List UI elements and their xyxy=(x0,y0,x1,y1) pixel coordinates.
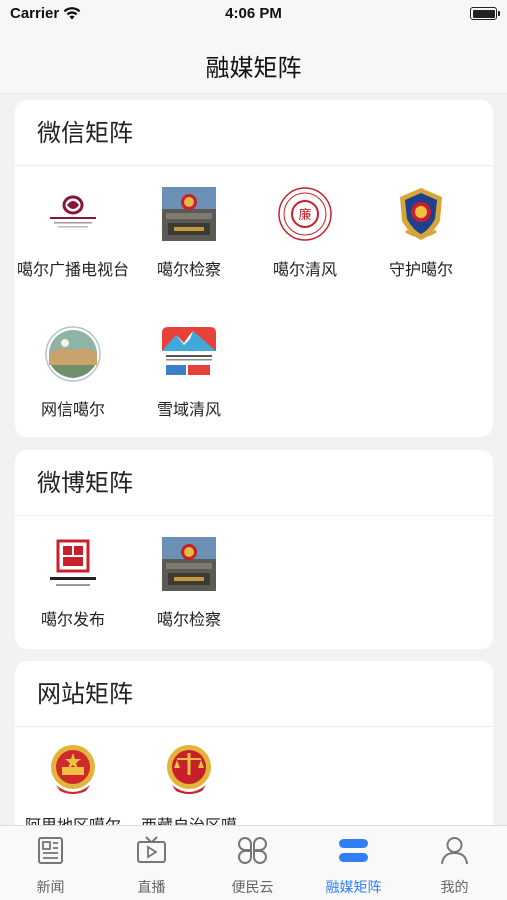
website-matrix-card: 网站矩阵 阿里地区噶尔 xyxy=(15,661,493,825)
user-icon xyxy=(441,837,468,865)
tile-label: 噶尔发布 xyxy=(40,610,105,629)
tab-label: 便民云 xyxy=(231,880,274,896)
section-title: 微信矩阵 xyxy=(15,100,493,166)
wechat-item-guard-gaer[interactable]: 守护噶尔 xyxy=(363,185,479,285)
content-scroll-area[interactable]: 微信矩阵 噶尔广播电视台 噶尔检察 廉 噶尔清风 守护噶尔 网信噶尔 雪域清风 … xyxy=(0,94,507,825)
tab-mine[interactable]: 我的 xyxy=(404,826,505,900)
tv-station-logo-icon xyxy=(50,195,96,228)
tab-label: 直播 xyxy=(137,880,166,896)
red-seal-logo-icon xyxy=(50,539,96,586)
tile-label: 噶尔清风 xyxy=(272,260,337,279)
battery-icon xyxy=(470,7,500,20)
landscape-circle-logo-icon xyxy=(45,326,101,382)
clock: 4:06 PM xyxy=(225,5,282,22)
services-grid-icon xyxy=(238,837,267,864)
tab-services[interactable]: 便民云 xyxy=(202,826,303,900)
wechat-item-gaer-procuratorate[interactable]: 噶尔检察 xyxy=(131,185,247,285)
tile-label: 西藏自治区噶 xyxy=(131,813,247,825)
tab-label: 我的 xyxy=(440,880,469,896)
tab-label: 融媒矩阵 xyxy=(325,880,382,896)
weibo-matrix-card: 微博矩阵 噶尔发布 噶尔检察 xyxy=(15,450,493,649)
tab-bar: 新闻 直播 便民云 融媒矩阵 我的 xyxy=(0,825,507,900)
website-item-ali-gaer[interactable]: 阿里地区噶尔 xyxy=(15,741,131,825)
snow-mountain-logo-icon xyxy=(162,327,216,381)
tile-label: 网信噶尔 xyxy=(40,400,105,419)
tab-news[interactable]: 新闻 xyxy=(0,826,101,900)
wechat-item-snow-clean-wind[interactable]: 雪域清风 xyxy=(131,325,247,425)
procuratorate-building-photo-icon xyxy=(162,537,216,591)
weibo-item-gaer-release[interactable]: 噶尔发布 xyxy=(15,535,131,635)
tile-label: 阿里地区噶尔 xyxy=(15,813,131,825)
tile-label: 雪域清风 xyxy=(156,400,221,419)
wechat-matrix-card: 微信矩阵 噶尔广播电视台 噶尔检察 廉 噶尔清风 守护噶尔 网信噶尔 雪域清风 xyxy=(15,100,493,437)
news-icon xyxy=(38,837,63,864)
page-title: 融媒矩阵 xyxy=(205,54,302,82)
court-emblem-icon xyxy=(167,745,211,794)
clean-wind-seal-logo-icon: 廉 xyxy=(278,187,332,241)
tile-label: 守护噶尔 xyxy=(388,260,453,279)
live-tv-icon xyxy=(137,836,166,863)
status-bar: Carrier 4:06 PM xyxy=(0,0,507,28)
wechat-item-gaer-clean-wind[interactable]: 廉 噶尔清风 xyxy=(247,185,363,285)
weibo-item-gaer-procuratorate[interactable]: 噶尔检察 xyxy=(131,535,247,635)
tile-label: 噶尔广播电视台 xyxy=(16,260,129,279)
navigation-bar: 融媒矩阵 xyxy=(0,28,507,94)
police-badge-icon xyxy=(400,188,442,240)
national-emblem-icon xyxy=(51,745,95,794)
tile-label: 噶尔检察 xyxy=(156,260,221,279)
section-title: 微博矩阵 xyxy=(15,450,493,516)
tab-label: 新闻 xyxy=(36,880,65,896)
tab-live[interactable]: 直播 xyxy=(101,826,202,900)
tile-label: 噶尔检察 xyxy=(156,610,221,629)
section-title: 网站矩阵 xyxy=(15,661,493,727)
svg-text:廉: 廉 xyxy=(298,207,311,223)
procuratorate-building-photo-icon xyxy=(162,187,216,241)
tab-media-matrix[interactable]: 融媒矩阵 xyxy=(303,826,404,900)
website-item-xizang-gaer[interactable]: 西藏自治区噶 xyxy=(131,741,247,825)
media-matrix-icon xyxy=(339,839,368,862)
wechat-item-cyber-gaer[interactable]: 网信噶尔 xyxy=(15,325,131,425)
wechat-item-gaer-radio-tv[interactable]: 噶尔广播电视台 xyxy=(15,185,131,305)
